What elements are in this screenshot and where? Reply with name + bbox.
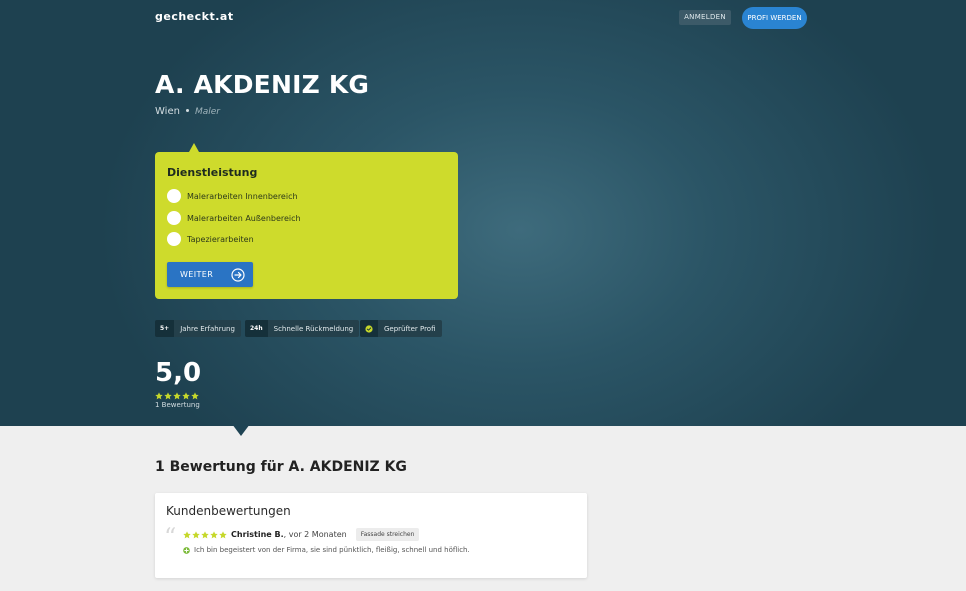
site-logo[interactable]: gecheckt.at: [155, 10, 234, 23]
service-form-card: Dienstleistung Malerarbeiten Innenbereic…: [155, 152, 458, 299]
badge-key: [360, 320, 378, 337]
reviews-card-heading: Kundenbewertungen: [166, 504, 291, 518]
reviews-title: 1 Bewertung für A. AKDENIZ KG: [155, 459, 407, 475]
review-author: Christine B.: [231, 530, 284, 539]
card-pointer: [189, 143, 199, 152]
badge-key: 5+: [155, 320, 175, 337]
star-icon: [191, 392, 199, 400]
rating-count: 1 Bewertung: [155, 401, 200, 409]
arrow-right-circle-icon: [231, 267, 245, 282]
review-meta: Christine B. , vor 2 Monaten Fassade str…: [183, 528, 420, 541]
badge-label: Schnelle Rückmeldung: [273, 324, 354, 333]
check-icon: [365, 324, 373, 333]
service-form-title: Dienstleistung: [167, 166, 258, 179]
company-city: Wien: [155, 106, 180, 117]
service-option-label[interactable]: Tapezierarbeiten: [187, 235, 254, 244]
weiter-label: WEITER: [180, 270, 214, 279]
radio-button[interactable]: [167, 232, 181, 246]
star-icon: [210, 530, 218, 538]
badge-verified: Geprüfter Profi: [360, 320, 442, 337]
service-option[interactable]: Malerarbeiten Innenbereich: [167, 189, 298, 203]
become-pro-button[interactable]: PROFI WERDEN: [742, 7, 807, 29]
service-option[interactable]: Tapezierarbeiten: [167, 232, 254, 246]
rating-stars: [155, 392, 199, 400]
login-button[interactable]: ANMELDEN: [679, 10, 731, 25]
quote-icon: “: [164, 523, 177, 551]
star-icon: [164, 392, 172, 400]
service-option-label[interactable]: Malerarbeiten Innenbereich: [187, 192, 298, 201]
rating-score: 5,0: [155, 358, 202, 388]
review-stars: [183, 530, 227, 539]
section-notch: [232, 424, 250, 436]
star-icon: [219, 530, 227, 538]
service-option[interactable]: Malerarbeiten Außenbereich: [167, 211, 301, 225]
star-icon: [155, 392, 163, 400]
star-icon: [173, 392, 181, 400]
badge-label: Geprüfter Profi: [384, 324, 436, 333]
separator-dot: [185, 109, 189, 112]
review-body: Ich bin begeistert von der Firma, sie si…: [183, 546, 470, 554]
badge-experience: 5+ Jahre Erfahrung: [155, 320, 241, 337]
hero-section: [0, 0, 966, 426]
badge-response: 24h Schnelle Rückmeldung: [245, 320, 360, 337]
company-meta: Wien Maler: [155, 106, 220, 117]
radio-button[interactable]: [167, 211, 181, 225]
company-category: Maler: [194, 107, 220, 117]
reviews-card: Kundenbewertungen “ Christine B. , vor 2…: [155, 493, 587, 578]
star-icon: [201, 530, 209, 538]
badge-label: Jahre Erfahrung: [180, 324, 235, 333]
weiter-button[interactable]: WEITER: [167, 262, 253, 287]
plus-circle-icon: [183, 546, 190, 554]
review-tag: Fassade streichen: [355, 528, 420, 541]
badge-key: 24h: [245, 320, 268, 337]
review-text: Ich bin begeistert von der Firma, sie si…: [194, 546, 470, 554]
page-title: A. AKDENIZ KG: [155, 70, 370, 99]
service-option-label[interactable]: Malerarbeiten Außenbereich: [187, 214, 301, 223]
star-icon: [192, 530, 200, 538]
star-icon: [183, 530, 191, 538]
review-time: , vor 2 Monaten: [283, 530, 347, 539]
star-icon: [182, 392, 190, 400]
radio-button[interactable]: [167, 189, 181, 203]
